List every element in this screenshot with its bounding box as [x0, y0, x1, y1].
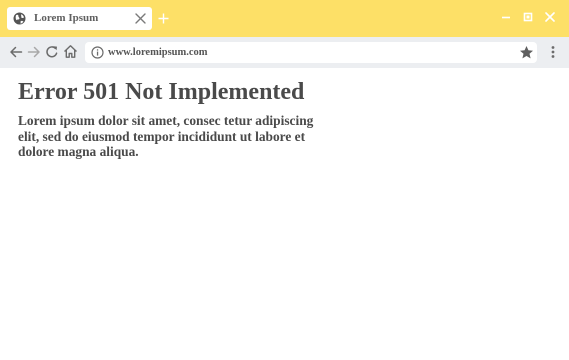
star-icon[interactable]: [519, 45, 534, 60]
minimize-icon[interactable]: [501, 12, 511, 22]
back-arrow-icon[interactable]: [9, 45, 23, 59]
navigation-toolbar: www.loremipsum.com: [0, 37, 569, 68]
new-tab-plus-icon[interactable]: [158, 13, 169, 24]
browser-window: Lorem Ipsum www.loremipsum.com Error 501…: [0, 0, 569, 360]
page-body-text: Lorem ipsum dolor sit amet, consec tetur…: [18, 113, 314, 159]
more-menu-icon[interactable]: [547, 45, 559, 59]
globe-icon: [13, 12, 26, 25]
page-title: Error 501 Not Implemented: [18, 79, 305, 105]
address-bar[interactable]: www.loremipsum.com: [85, 42, 537, 63]
browser-tab[interactable]: Lorem Ipsum: [7, 7, 152, 30]
tab-close-icon[interactable]: [135, 13, 146, 24]
maximize-icon[interactable]: [523, 12, 533, 22]
info-icon[interactable]: [91, 46, 104, 59]
close-icon[interactable]: [545, 12, 555, 22]
tab-title: Lorem Ipsum: [34, 12, 99, 24]
reload-icon[interactable]: [45, 45, 59, 59]
title-bar: Lorem Ipsum: [0, 0, 569, 37]
home-icon[interactable]: [63, 44, 78, 59]
page-content: Error 501 Not Implemented Lorem ipsum do…: [0, 68, 569, 360]
url-text[interactable]: www.loremipsum.com: [108, 45, 208, 60]
forward-arrow-icon[interactable]: [27, 45, 41, 59]
